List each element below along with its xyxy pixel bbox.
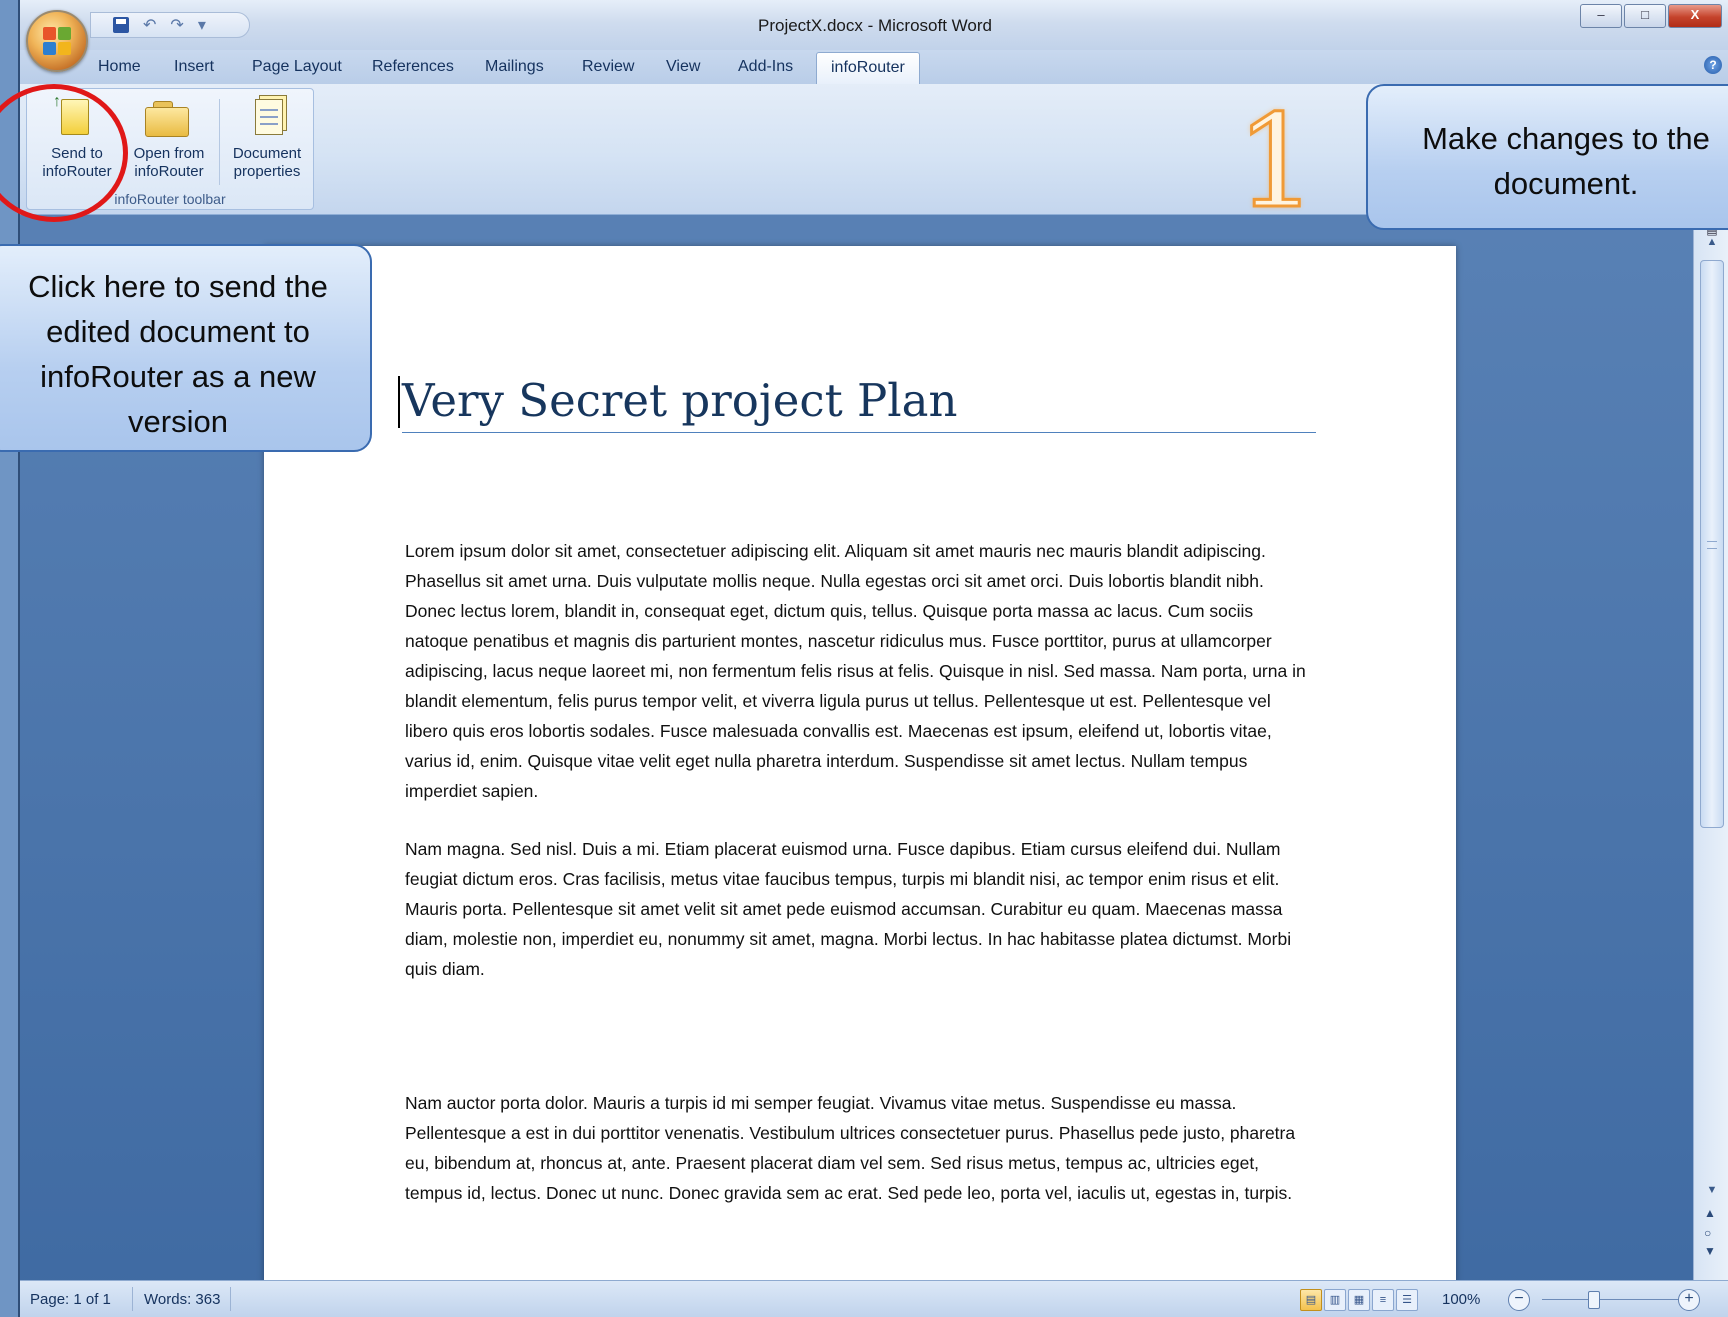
previous-page-icon[interactable]: ▲ [1704, 1206, 1716, 1220]
next-page-icon[interactable]: ▼ [1704, 1244, 1716, 1258]
paragraph-3[interactable]: Nam auctor porta dolor. Mauris a turpis … [405, 1088, 1311, 1208]
text-caret [398, 376, 400, 428]
window-controls: – □ X [1580, 4, 1722, 28]
help-icon[interactable]: ? [1704, 56, 1722, 74]
document-title[interactable]: Very Secret project Plan [398, 372, 1316, 433]
tab-references[interactable]: References [372, 58, 454, 76]
undo-icon[interactable]: ↶ [143, 15, 156, 35]
office-logo-icon [43, 27, 71, 55]
window-title: ProjectX.docx - Microsoft Word [758, 16, 992, 35]
save-icon[interactable] [113, 17, 129, 33]
title-bar: ProjectX.docx - Microsoft Word ↶ ↷ ▾ – □… [20, 0, 1728, 51]
paragraph-2[interactable]: Nam magna. Sed nisl. Duis a mi. Etiam pl… [405, 834, 1311, 984]
status-bar: Page: 1 of 1 Words: 363 ▤ ▥ ▦ ≡ ☰ 100% −… [20, 1280, 1728, 1317]
tab-insert[interactable]: Insert [174, 58, 214, 76]
document-page[interactable]: Very Secret project Plan Lorem ipsum dol… [264, 246, 1456, 1286]
maximize-button[interactable]: □ [1624, 4, 1666, 28]
scroll-thumb[interactable] [1700, 260, 1724, 828]
step-number: 1 [1234, 88, 1318, 237]
tab-review[interactable]: Review [582, 58, 634, 76]
scroll-down-arrow-icon[interactable]: ▼ [1702, 1184, 1722, 1200]
redo-icon[interactable]: ↷ [170, 15, 183, 35]
zoom-in-icon[interactable]: + [1678, 1289, 1700, 1311]
callout-make-changes: Make changes to the document. [1366, 84, 1728, 230]
close-button[interactable]: X [1668, 4, 1722, 28]
tab-page-layout[interactable]: Page Layout [252, 58, 342, 76]
document-properties-label: Document properties [232, 145, 302, 180]
tab-view[interactable]: View [666, 58, 700, 76]
zoom-slider-thumb[interactable] [1588, 1291, 1600, 1309]
tab-add-ins[interactable]: Add-Ins [738, 58, 793, 76]
office-button[interactable] [26, 10, 88, 72]
scroll-grip-icon [1707, 541, 1717, 549]
tab-mailings[interactable]: Mailings [485, 58, 544, 76]
customize-qat-icon[interactable]: ▾ [198, 15, 206, 35]
print-layout-icon[interactable]: ▤ [1300, 1289, 1322, 1311]
outline-icon[interactable]: ≡ [1372, 1289, 1394, 1311]
word-count[interactable]: Words: 363 [144, 1291, 220, 1308]
minimize-button[interactable]: – [1580, 4, 1622, 28]
scroll-up-arrow-icon[interactable]: ▲ [1702, 236, 1722, 252]
full-screen-reading-icon[interactable]: ▥ [1324, 1289, 1346, 1311]
ribbon-tab-bar: Home Insert Page Layout References Maili… [20, 50, 1728, 84]
tab-home[interactable]: Home [98, 58, 141, 76]
document-properties-icon [255, 99, 283, 135]
document-properties-button[interactable]: Document properties [221, 93, 313, 185]
draft-icon[interactable]: ☰ [1396, 1289, 1418, 1311]
callout-send-instructions: Click here to send the edited document t… [0, 244, 372, 452]
group-separator [219, 99, 220, 185]
tab-inforouter[interactable]: infoRouter [816, 52, 920, 84]
zoom-out-icon[interactable]: − [1508, 1289, 1530, 1311]
open-from-inforouter-label: Open from infoRouter [133, 145, 205, 180]
open-folder-icon [145, 107, 189, 137]
document-title-text: Very Secret project Plan [402, 374, 958, 427]
quick-access-toolbar: ↶ ↷ ▾ [90, 12, 250, 38]
select-browse-object-icon[interactable]: ○ [1704, 1226, 1711, 1240]
paragraph-1[interactable]: Lorem ipsum dolor sit amet, consectetuer… [405, 536, 1311, 806]
zoom-slider[interactable] [1542, 1299, 1690, 1300]
page-indicator[interactable]: Page: 1 of 1 [30, 1291, 111, 1308]
web-layout-icon[interactable]: ▦ [1348, 1289, 1370, 1311]
view-buttons: ▤ ▥ ▦ ≡ ☰ [1300, 1289, 1418, 1311]
vertical-scrollbar[interactable]: ▲ ▼ ▲ ○ ▼ [1693, 214, 1728, 1281]
zoom-level[interactable]: 100% [1442, 1291, 1480, 1308]
open-from-inforouter-button[interactable]: Open from infoRouter [123, 93, 215, 185]
